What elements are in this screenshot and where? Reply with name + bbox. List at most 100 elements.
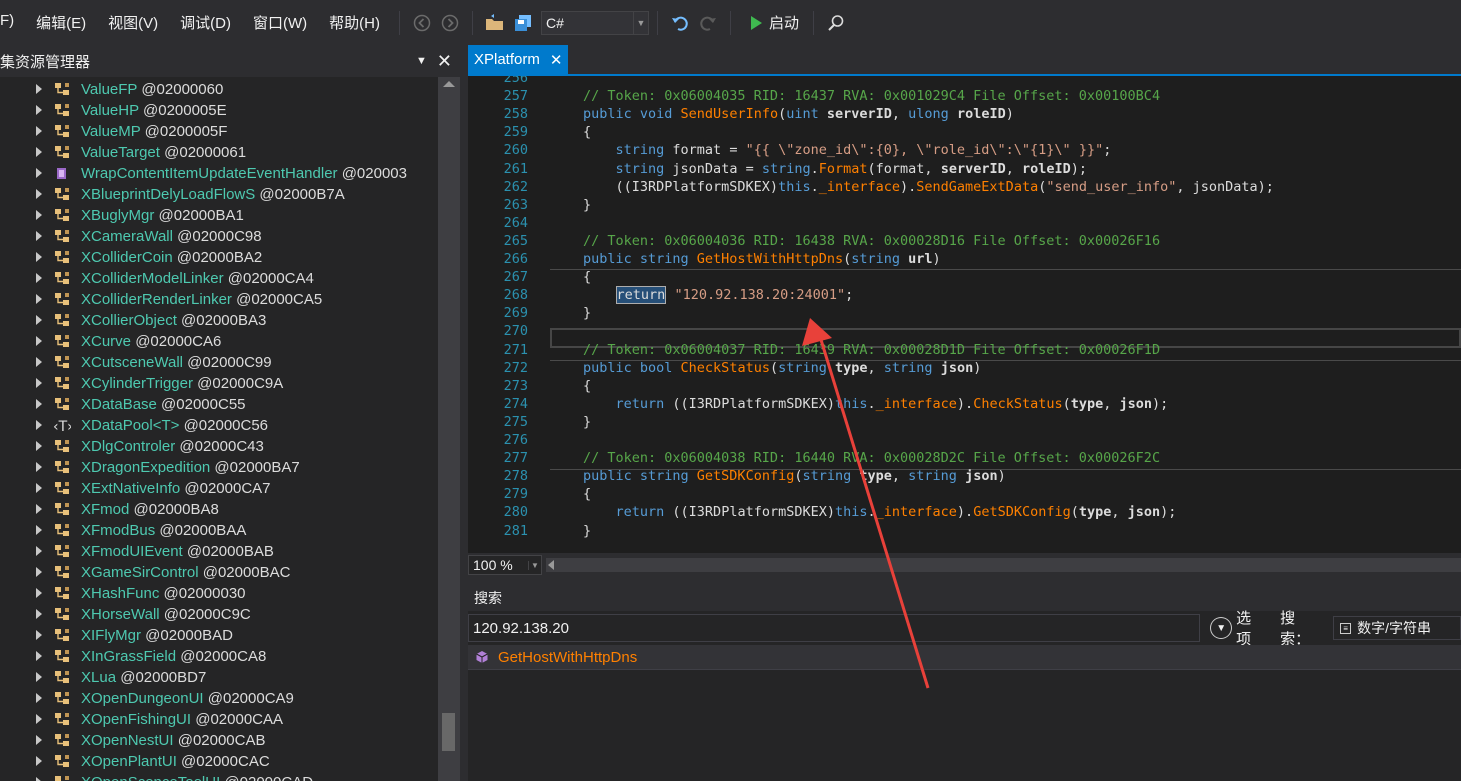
explorer-scrollbar[interactable] bbox=[438, 77, 460, 781]
expand-arrow-icon[interactable] bbox=[36, 609, 42, 619]
tree-item[interactable]: XGameSirControl @02000BAC bbox=[0, 562, 438, 583]
navigate-forward-icon[interactable] bbox=[438, 11, 462, 35]
expand-arrow-icon[interactable] bbox=[36, 735, 42, 745]
expand-arrow-icon[interactable] bbox=[36, 483, 42, 493]
expand-arrow-icon[interactable] bbox=[36, 462, 42, 472]
tree-item[interactable]: XColliderCoin @02000BA2 bbox=[0, 247, 438, 268]
tree-item[interactable]: XInGrassField @02000CA8 bbox=[0, 646, 438, 667]
expand-arrow-icon[interactable] bbox=[36, 588, 42, 598]
tree-item[interactable]: XFmodBus @02000BAA bbox=[0, 520, 438, 541]
tree-item[interactable]: XDlgControler @02000C43 bbox=[0, 436, 438, 457]
expand-arrow-icon[interactable] bbox=[36, 231, 42, 241]
expand-arrow-icon[interactable] bbox=[36, 651, 42, 661]
tab-xplatform[interactable]: XPlatform ✕ bbox=[468, 45, 569, 74]
expand-arrow-icon[interactable] bbox=[36, 756, 42, 766]
tree-item[interactable]: ValueHP @0200005E bbox=[0, 100, 438, 121]
expand-arrow-icon[interactable] bbox=[36, 84, 42, 94]
search-type-select[interactable]: ≡ 数字/字符串 bbox=[1333, 616, 1461, 640]
tree-item[interactable]: ValueMP @0200005F bbox=[0, 121, 438, 142]
tree-item[interactable]: XCameraWall @02000C98 bbox=[0, 226, 438, 247]
search-result-row[interactable]: GetHostWithHttpDns bbox=[468, 645, 1461, 670]
tree-item[interactable]: XOpenNestUI @02000CAB bbox=[0, 730, 438, 751]
tree-item[interactable]: ValueTarget @02000061 bbox=[0, 142, 438, 163]
tree-item[interactable]: XExtNativeInfo @02000CA7 bbox=[0, 478, 438, 499]
expand-arrow-icon[interactable] bbox=[36, 504, 42, 514]
expand-arrow-icon[interactable] bbox=[36, 777, 42, 781]
open-folder-icon[interactable] bbox=[483, 11, 507, 35]
tree-item[interactable]: XOpenScenceToolUI @02000CAD bbox=[0, 772, 438, 781]
save-all-icon[interactable] bbox=[511, 11, 535, 35]
zoom-select[interactable]: 100 % ▼ bbox=[468, 555, 542, 575]
tree-item[interactable]: XCylinderTrigger @02000C9A bbox=[0, 373, 438, 394]
expand-arrow-icon[interactable] bbox=[36, 567, 42, 577]
expand-arrow-icon[interactable] bbox=[36, 336, 42, 346]
tree-item[interactable]: WrapContentItemUpdateEventHandler @02000… bbox=[0, 163, 438, 184]
close-icon[interactable]: ✕ bbox=[437, 51, 452, 72]
tree-item[interactable]: XColliderRenderLinker @02000CA5 bbox=[0, 289, 438, 310]
expand-arrow-icon[interactable] bbox=[36, 546, 42, 556]
menu-item[interactable]: 编辑(E) bbox=[25, 12, 97, 33]
tree-item[interactable]: XIFlyMgr @02000BAD bbox=[0, 625, 438, 646]
tree-item[interactable]: XDragonExpedition @02000BA7 bbox=[0, 457, 438, 478]
tree-item[interactable]: XFmod @02000BA8 bbox=[0, 499, 438, 520]
expand-arrow-icon[interactable] bbox=[36, 168, 42, 178]
panel-menu-chevron-icon[interactable]: ▼ bbox=[416, 55, 427, 67]
expand-arrow-icon[interactable] bbox=[36, 693, 42, 703]
tree-item[interactable]: XDataBase @02000C55 bbox=[0, 394, 438, 415]
tree-item[interactable]: XCollierObject @02000BA3 bbox=[0, 310, 438, 331]
expand-arrow-icon[interactable] bbox=[36, 441, 42, 451]
tree-item[interactable]: XOpenDungeonUI @02000CA9 bbox=[0, 688, 438, 709]
assembly-explorer-title: 集资源管理器 bbox=[0, 53, 91, 71]
expand-arrow-icon[interactable] bbox=[36, 672, 42, 682]
scroll-up-icon[interactable] bbox=[443, 81, 455, 87]
search-icon[interactable] bbox=[824, 11, 848, 35]
expand-arrow-icon[interactable] bbox=[36, 273, 42, 283]
expand-arrow-icon[interactable] bbox=[36, 189, 42, 199]
expand-arrow-icon[interactable] bbox=[36, 399, 42, 409]
tree-item[interactable]: XColliderModelLinker @02000CA4 bbox=[0, 268, 438, 289]
tree-item[interactable]: XHashFunc @02000030 bbox=[0, 583, 438, 604]
code-view[interactable]: 256 257 // Token: 0x06004035 RID: 16437 RV… bbox=[468, 76, 1461, 551]
start-button[interactable]: 启动 bbox=[749, 12, 799, 33]
tree-item[interactable]: XBuglyMgr @02000BA1 bbox=[0, 205, 438, 226]
menu-item[interactable]: 调试(D) bbox=[169, 12, 242, 33]
expand-arrow-icon[interactable] bbox=[36, 252, 42, 262]
menu-item[interactable]: 帮助(H) bbox=[318, 12, 391, 33]
tree-item[interactable]: ‹T› XDataPool<T> @02000C56 bbox=[0, 415, 438, 436]
tree-item[interactable]: XHorseWall @02000C9C bbox=[0, 604, 438, 625]
expand-arrow-icon[interactable] bbox=[36, 420, 42, 430]
expand-arrow-icon[interactable] bbox=[36, 630, 42, 640]
tree-item[interactable]: XFmodUIEvent @02000BAB bbox=[0, 541, 438, 562]
expand-arrow-icon[interactable] bbox=[36, 525, 42, 535]
expand-arrow-icon[interactable] bbox=[36, 357, 42, 367]
search-input[interactable]: 120.92.138.20 bbox=[468, 614, 1201, 642]
navigate-back-icon[interactable] bbox=[410, 11, 434, 35]
expand-arrow-icon[interactable] bbox=[36, 126, 42, 136]
menu-item[interactable]: 窗口(W) bbox=[242, 12, 318, 33]
close-tab-icon[interactable]: ✕ bbox=[550, 51, 563, 69]
tree-item[interactable]: ValueFP @02000060 bbox=[0, 79, 438, 100]
horizontal-scrollbar[interactable] bbox=[546, 558, 1461, 572]
undo-icon[interactable] bbox=[668, 11, 692, 35]
expand-arrow-icon[interactable] bbox=[36, 210, 42, 220]
scroll-left-icon[interactable] bbox=[548, 560, 554, 570]
scrollbar-thumb[interactable] bbox=[442, 713, 455, 751]
expand-arrow-icon[interactable] bbox=[36, 147, 42, 157]
expand-arrow-icon[interactable] bbox=[36, 105, 42, 115]
tree-item[interactable]: XBlueprintDelyLoadFlowS @02000B7A bbox=[0, 184, 438, 205]
options-button[interactable]: ▼ 选项 bbox=[1210, 607, 1266, 649]
tree-item[interactable]: XCutsceneWall @02000C99 bbox=[0, 352, 438, 373]
redo-icon[interactable] bbox=[696, 11, 720, 35]
tree-item[interactable]: XOpenFishingUI @02000CAA bbox=[0, 709, 438, 730]
tree-item[interactable]: XLua @02000BD7 bbox=[0, 667, 438, 688]
menu-item[interactable]: 视图(V) bbox=[97, 12, 169, 33]
tree-item[interactable]: XCurve @02000CA6 bbox=[0, 331, 438, 352]
language-select[interactable]: C# ▼ bbox=[540, 10, 649, 35]
expand-arrow-icon[interactable] bbox=[36, 378, 42, 388]
menu-item[interactable]: F) bbox=[0, 12, 25, 33]
expand-arrow-icon[interactable] bbox=[36, 315, 42, 325]
class-icon bbox=[53, 690, 71, 707]
tree-item[interactable]: XOpenPlantUI @02000CAC bbox=[0, 751, 438, 772]
expand-arrow-icon[interactable] bbox=[36, 294, 42, 304]
expand-arrow-icon[interactable] bbox=[36, 714, 42, 724]
